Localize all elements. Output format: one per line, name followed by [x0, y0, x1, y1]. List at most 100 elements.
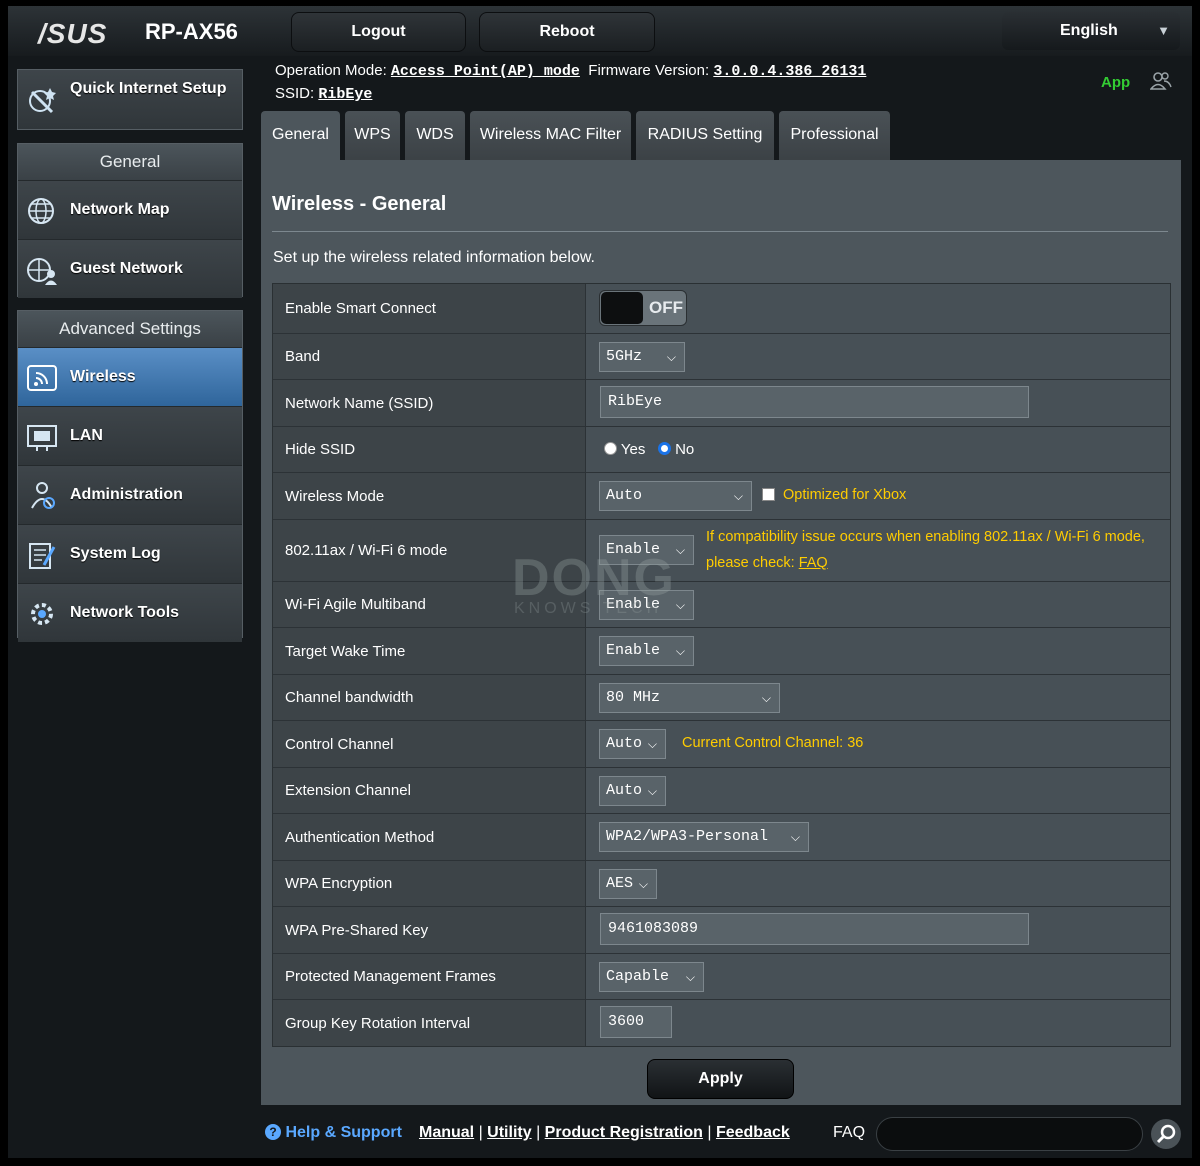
pmf-label: Protected Management Frames [273, 954, 586, 999]
wireless-mode-value: Auto [606, 487, 643, 504]
ssid-label: SSID: [275, 85, 315, 102]
smart-connect-toggle[interactable]: OFF [599, 290, 687, 326]
row-extension-channel: Extension Channel Auto ⌵ [273, 768, 1170, 814]
ssid-input[interactable]: RibEye [600, 386, 1029, 418]
operation-info: Operation Mode: Access Point(AP) mode Fi… [275, 62, 866, 80]
ext-channel-select[interactable]: Auto ⌵ [599, 776, 666, 806]
advanced-header: Advanced Settings [18, 311, 242, 348]
psk-input[interactable]: 9461083089 [600, 913, 1029, 945]
tab-wps[interactable]: WPS [345, 111, 400, 162]
hide-ssid-label: Hide SSID [273, 427, 586, 472]
reboot-button[interactable]: Reboot [479, 12, 655, 52]
app-link[interactable]: App [1101, 74, 1130, 91]
system-log-icon [29, 543, 56, 569]
search-icon [1156, 1124, 1176, 1144]
encryption-value: AES [606, 875, 634, 892]
op-mode-link[interactable]: Access Point(AP) mode [391, 63, 580, 80]
hide-ssid-no-radio[interactable] [657, 442, 671, 455]
chevron-down-icon: ⌵ [638, 877, 648, 891]
utility-link[interactable]: Utility [487, 1124, 531, 1141]
help-support-link[interactable]: ? Help & Support [265, 1124, 402, 1142]
encryption-select[interactable]: AES ⌵ [599, 869, 657, 899]
wifi6-note: If compatibility issue occurs when enabl… [706, 529, 1145, 545]
users-icon[interactable] [1150, 70, 1172, 92]
chevron-down-icon: ▼ [1157, 23, 1170, 38]
tab-general[interactable]: General [261, 111, 340, 162]
chevron-down-icon: ⌵ [675, 644, 685, 658]
tab-radius-setting[interactable]: RADIUS Setting [636, 111, 774, 162]
smart-connect-label: Enable Smart Connect [273, 284, 586, 333]
control-channel-select[interactable]: Auto ⌵ [599, 729, 666, 759]
settings-table: Enable Smart Connect OFF Band 5GHz ⌵ Netw… [272, 283, 1171, 1047]
pmf-select[interactable]: Capable ⌵ [599, 962, 704, 992]
manual-link[interactable]: Manual [419, 1124, 474, 1141]
row-ssid: Network Name (SSID) RibEye [273, 380, 1170, 427]
toggle-state: OFF [649, 298, 683, 317]
ext-channel-label: Extension Channel [273, 768, 586, 813]
chevron-down-icon: ⌵ [761, 691, 771, 705]
chevron-down-icon: ⌵ [685, 970, 695, 984]
language-select[interactable]: English ▼ [1002, 12, 1180, 50]
band-select[interactable]: 5GHz ⌵ [599, 342, 685, 372]
ssid-link[interactable]: RibEye [318, 86, 372, 103]
faq-label: FAQ [833, 1124, 866, 1141]
chevron-down-icon: ⌵ [733, 489, 743, 503]
twt-select[interactable]: Enable ⌵ [599, 636, 694, 666]
administration-icon [31, 482, 55, 509]
bandwidth-value: 80 MHz [606, 689, 661, 706]
system-log-label: System Log [70, 545, 161, 562]
sidebar-item-network-map[interactable]: Network Map [18, 181, 242, 240]
sidebar-item-network-tools[interactable]: Network Tools [18, 584, 242, 642]
chevron-down-icon: ⌵ [790, 830, 800, 844]
help-support-label: Help & Support [285, 1124, 402, 1141]
chevron-down-icon: ⌵ [675, 598, 685, 612]
sidebar-item-lan[interactable]: LAN [18, 407, 242, 466]
hide-ssid-yes-radio[interactable] [604, 442, 617, 455]
row-control-channel: Control Channel Auto ⌵ Current Control Ch… [273, 721, 1170, 768]
wireless-mode-select[interactable]: Auto ⌵ [599, 481, 752, 511]
apply-button[interactable]: Apply [647, 1059, 794, 1099]
control-channel-label: Control Channel [273, 721, 586, 767]
wireless-icon [27, 365, 57, 391]
gkri-input[interactable]: 3600 [600, 1006, 672, 1038]
lan-icon [27, 425, 57, 451]
row-pmf: Protected Management Frames Capable ⌵ [273, 954, 1170, 1000]
tab-wireless-mac-filter[interactable]: Wireless MAC Filter [470, 111, 631, 162]
chevron-down-icon: ⌵ [666, 350, 676, 364]
chevron-down-icon: ⌵ [647, 737, 657, 751]
row-wireless-mode: Wireless Mode Auto ⌵ Optimized for Xbox [273, 473, 1170, 520]
quick-internet-setup[interactable]: Quick Internet Setup [18, 70, 242, 129]
firmware-link[interactable]: 3.0.0.4.386_26131 [713, 63, 866, 80]
network-map-label: Network Map [70, 201, 170, 218]
sidebar-item-administration[interactable]: Administration [18, 466, 242, 525]
administration-label: Administration [70, 486, 183, 503]
band-label: Band [273, 334, 586, 379]
wizard-icon [29, 88, 56, 114]
search-button[interactable] [1151, 1119, 1181, 1149]
network-tools-icon [31, 603, 53, 625]
product-registration-link[interactable]: Product Registration [545, 1124, 703, 1141]
faq-link[interactable]: FAQ [799, 555, 828, 571]
faq-search-input[interactable] [876, 1117, 1143, 1151]
logout-button[interactable]: Logout [291, 12, 466, 52]
title-divider [272, 231, 1168, 232]
wifi6-select[interactable]: Enable ⌵ [599, 535, 694, 565]
firmware-label: Firmware Version: [588, 62, 710, 79]
row-target-wake-time: Target Wake Time Enable ⌵ [273, 628, 1170, 675]
auth-select[interactable]: WPA2/WPA3-Personal ⌵ [599, 822, 809, 852]
model-name: RP-AX56 [145, 19, 238, 44]
tab-wds[interactable]: WDS [405, 111, 465, 162]
sidebar-item-system-log[interactable]: System Log [18, 525, 242, 584]
xbox-checkbox[interactable] [762, 488, 775, 501]
sidebar-item-wireless[interactable]: Wireless [18, 348, 242, 407]
tab-professional[interactable]: Professional [779, 111, 890, 162]
bandwidth-select[interactable]: 80 MHz ⌵ [599, 683, 780, 713]
network-tools-label: Network Tools [70, 604, 180, 621]
op-mode-label: Operation Mode: [275, 62, 387, 79]
toggle-knob [601, 292, 643, 324]
globe-network-icon [28, 198, 54, 224]
current-channel-note: Current Control Channel: 36 [682, 735, 864, 751]
sidebar-item-guest-network[interactable]: Guest Network [18, 240, 242, 298]
feedback-link[interactable]: Feedback [716, 1124, 790, 1141]
hide-ssid-radios: Yes No [604, 441, 694, 458]
